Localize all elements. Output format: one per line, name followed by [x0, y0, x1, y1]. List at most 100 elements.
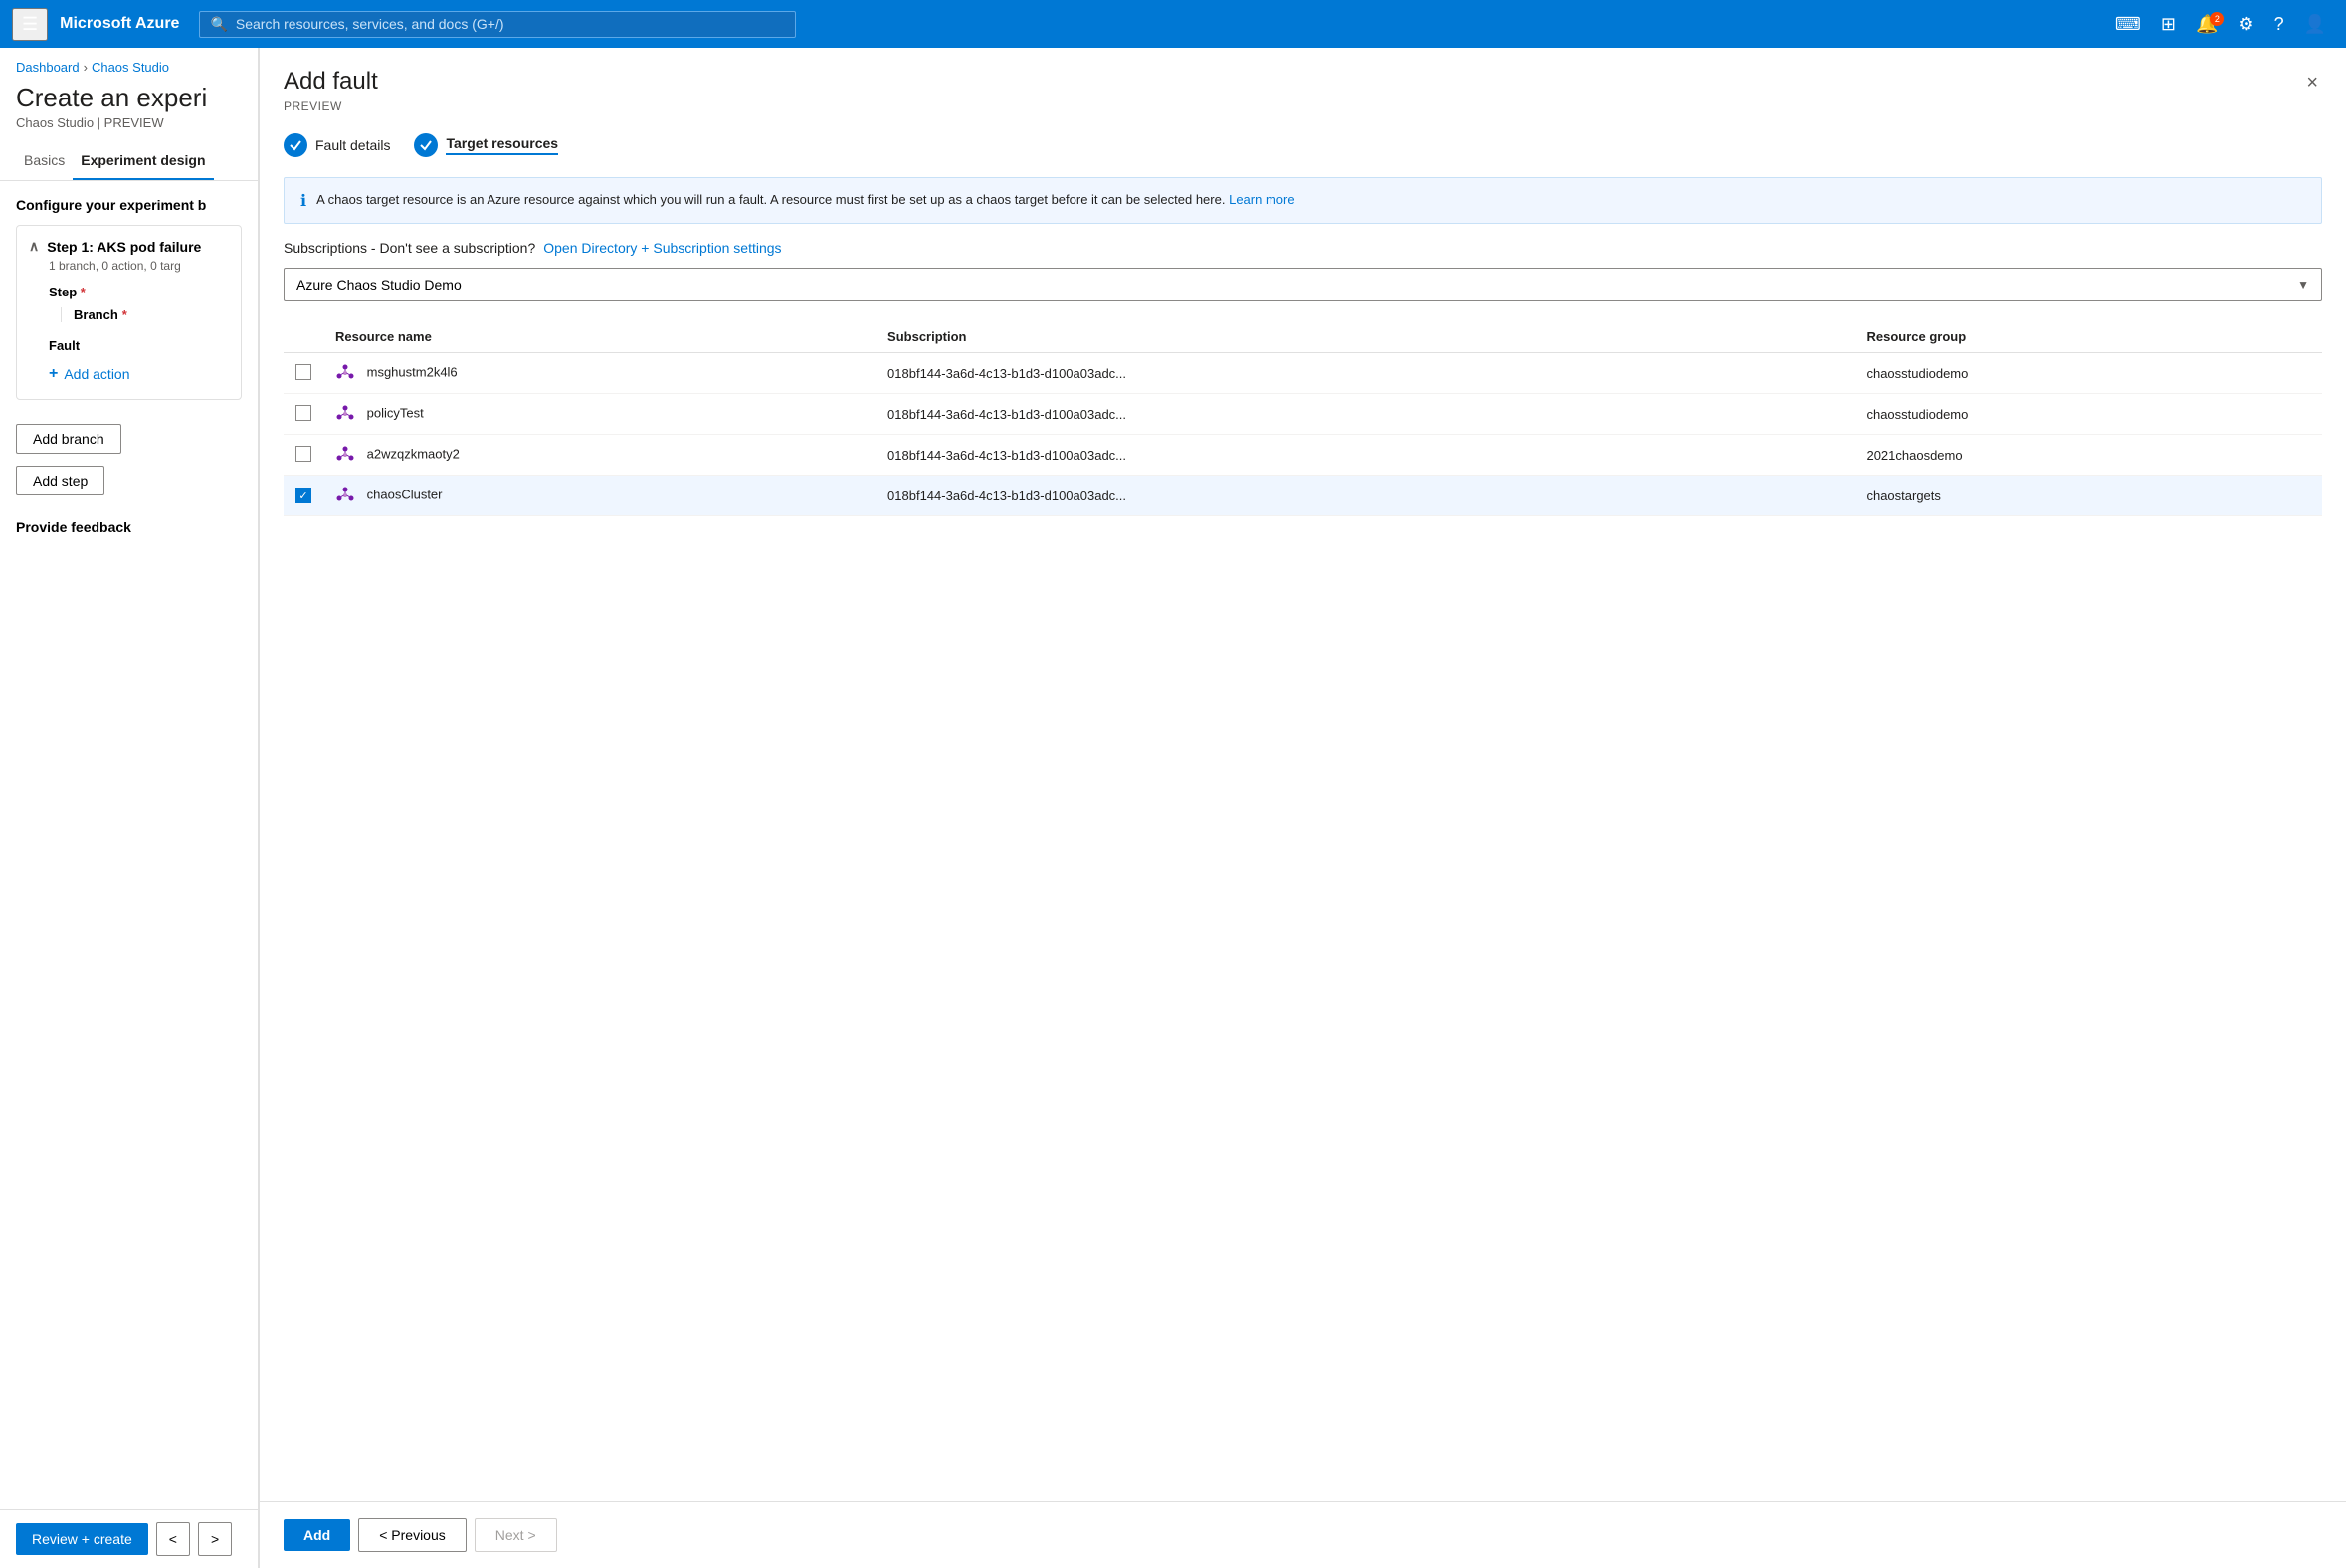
help-button[interactable]: ? [2266, 10, 2292, 39]
row-resource-group: chaosstudiodemo [1855, 394, 2322, 435]
step-title: Step 1: AKS pod failure [47, 239, 201, 255]
portal-menu-button[interactable]: ⊞ [2153, 10, 2184, 39]
tab-experiment-design[interactable]: Experiment design [73, 142, 213, 180]
configure-title: Configure your experiment b [16, 197, 242, 213]
add-button[interactable]: Add [284, 1519, 350, 1551]
resource-name-text: chaosCluster [367, 487, 443, 501]
breadcrumb-chaos-studio[interactable]: Chaos Studio [92, 60, 169, 75]
left-content: Configure your experiment b ∧ Step 1: AK… [0, 181, 258, 1509]
account-button[interactable]: 👤 [2296, 10, 2334, 39]
breadcrumb-dashboard[interactable]: Dashboard [16, 60, 80, 75]
panel-footer: Add < Previous Next > [260, 1501, 2346, 1568]
next-button: Next > [475, 1518, 557, 1552]
fault-section: Fault + Add action [49, 338, 229, 387]
info-icon: ℹ [300, 191, 306, 211]
row-resource-name: chaosCluster [323, 476, 876, 516]
table-header-row: Resource name Subscription Resource grou… [284, 321, 2322, 353]
open-directory-link[interactable]: Open Directory + Subscription settings [543, 240, 781, 256]
add-step-button[interactable]: Add step [16, 466, 104, 495]
app-logo: Microsoft Azure [60, 15, 179, 33]
step-form: Step * Branch * Fault [49, 285, 229, 387]
row-resource-group: 2021chaosdemo [1855, 435, 2322, 476]
search-bar[interactable]: 🔍 [199, 11, 796, 38]
previous-button[interactable]: < Previous [358, 1518, 467, 1552]
panel-title-group: Add fault PREVIEW [284, 68, 378, 113]
step-box: ∧ Step 1: AKS pod failure 1 branch, 0 ac… [16, 225, 242, 400]
left-panel: Dashboard › Chaos Studio Create an exper… [0, 48, 259, 1568]
row-checkbox-cell[interactable] [284, 353, 323, 394]
resources-table: Resource name Subscription Resource grou… [284, 321, 2322, 516]
subscription-dropdown-container: Azure Chaos Studio Demo ▼ [284, 268, 2322, 301]
wizard-step-circle-1 [284, 133, 307, 157]
row-resource-name: msghustm2k4l6 [323, 353, 876, 394]
row-subscription: 018bf144-3a6d-4c13-b1d3-d100a03adc... [876, 353, 1855, 394]
table-header-subscription: Subscription [876, 321, 1855, 353]
topbar-icons: ⌨ ⊞ 🔔 2 ⚙ ? 👤 [2107, 10, 2334, 39]
table-row[interactable]: ✓ chaosCluster 018bf144-3a6d-4c13-b1d3-d… [284, 476, 2322, 516]
wizard-step-label-2: Target resources [446, 135, 558, 155]
wizard-steps: Fault details Target resources [260, 113, 2346, 177]
row-subscription: 018bf144-3a6d-4c13-b1d3-d100a03adc... [876, 476, 1855, 516]
info-text: A chaos target resource is an Azure reso… [316, 190, 1295, 211]
resource-name-text: a2wzqzkmaoty2 [367, 446, 460, 461]
wizard-step-fault-details[interactable]: Fault details [284, 133, 390, 157]
row-checkbox[interactable] [295, 446, 311, 462]
next-nav-button[interactable]: > [198, 1522, 232, 1556]
step-chevron[interactable]: ∧ [29, 238, 39, 255]
dropdown-selected-value: Azure Chaos Studio Demo [296, 277, 462, 293]
close-button[interactable]: × [2302, 68, 2322, 98]
table-row[interactable]: a2wzqzkmaoty2 018bf144-3a6d-4c13-b1d3-d1… [284, 435, 2322, 476]
learn-more-link[interactable]: Learn more [1229, 192, 1294, 207]
breadcrumb-separator: › [84, 60, 88, 75]
table-row[interactable]: policyTest 018bf144-3a6d-4c13-b1d3-d100a… [284, 394, 2322, 435]
table-header-resource-group: Resource group [1855, 321, 2322, 353]
row-checkbox-cell[interactable] [284, 394, 323, 435]
wizard-step-target-resources[interactable]: Target resources [414, 133, 558, 157]
fault-label: Fault [49, 338, 229, 353]
row-resource-group: chaosstudiodemo [1855, 353, 2322, 394]
provide-feedback: Provide feedback [16, 519, 242, 535]
row-resource-name: a2wzqzkmaoty2 [323, 435, 876, 476]
topbar: ☰ Microsoft Azure 🔍 ⌨ ⊞ 🔔 2 ⚙ ? 👤 [0, 0, 2346, 48]
resource-icon [335, 486, 355, 505]
subscription-dropdown[interactable]: Azure Chaos Studio Demo ▼ [284, 268, 2322, 301]
main-layout: Dashboard › Chaos Studio Create an exper… [0, 48, 2346, 1568]
row-checkbox[interactable] [295, 405, 311, 421]
add-branch-button[interactable]: Add branch [16, 424, 121, 454]
tab-basics[interactable]: Basics [16, 142, 73, 180]
page-title: Create an experi [0, 79, 258, 115]
resource-icon [335, 404, 355, 424]
subscription-row: Subscriptions - Don't see a subscription… [260, 240, 2346, 268]
row-checkbox[interactable] [295, 364, 311, 380]
step-header: ∧ Step 1: AKS pod failure [29, 238, 229, 255]
row-checkbox-cell[interactable] [284, 435, 323, 476]
resource-name-text: msghustm2k4l6 [367, 364, 458, 379]
branch-required: * [122, 307, 127, 322]
resources-table-container: Resource name Subscription Resource grou… [284, 321, 2322, 1501]
right-panel: Add fault PREVIEW × Fault details [259, 48, 2346, 1568]
cloud-shell-button[interactable]: ⌨ [2107, 10, 2149, 39]
step-required: * [81, 285, 86, 299]
hamburger-menu[interactable]: ☰ [12, 8, 48, 41]
wizard-step-label-1: Fault details [315, 137, 390, 153]
search-icon: 🔍 [210, 16, 227, 33]
table-header-resource-name: Resource name [323, 321, 876, 353]
subscription-label: Subscriptions - Don't see a subscription… [284, 240, 535, 256]
table-row[interactable]: msghustm2k4l6 018bf144-3a6d-4c13-b1d3-d1… [284, 353, 2322, 394]
tabs: Basics Experiment design [0, 142, 258, 181]
search-input[interactable] [236, 16, 786, 32]
row-checkbox-cell[interactable]: ✓ [284, 476, 323, 516]
resource-icon [335, 445, 355, 465]
row-checkbox[interactable]: ✓ [295, 488, 311, 503]
page-subtitle: Chaos Studio | PREVIEW [0, 115, 258, 142]
notifications-button[interactable]: 🔔 2 [2188, 10, 2226, 39]
previous-nav-button[interactable]: < [156, 1522, 190, 1556]
dropdown-arrow-icon: ▼ [2297, 278, 2309, 292]
settings-button[interactable]: ⚙ [2230, 10, 2261, 39]
add-action-button[interactable]: + Add action [49, 361, 130, 387]
resource-icon [335, 363, 355, 383]
panel-subtitle: PREVIEW [284, 99, 378, 113]
notification-badge: 2 [2210, 12, 2224, 26]
plus-icon: + [49, 365, 58, 383]
review-create-button[interactable]: Review + create [16, 1523, 148, 1555]
